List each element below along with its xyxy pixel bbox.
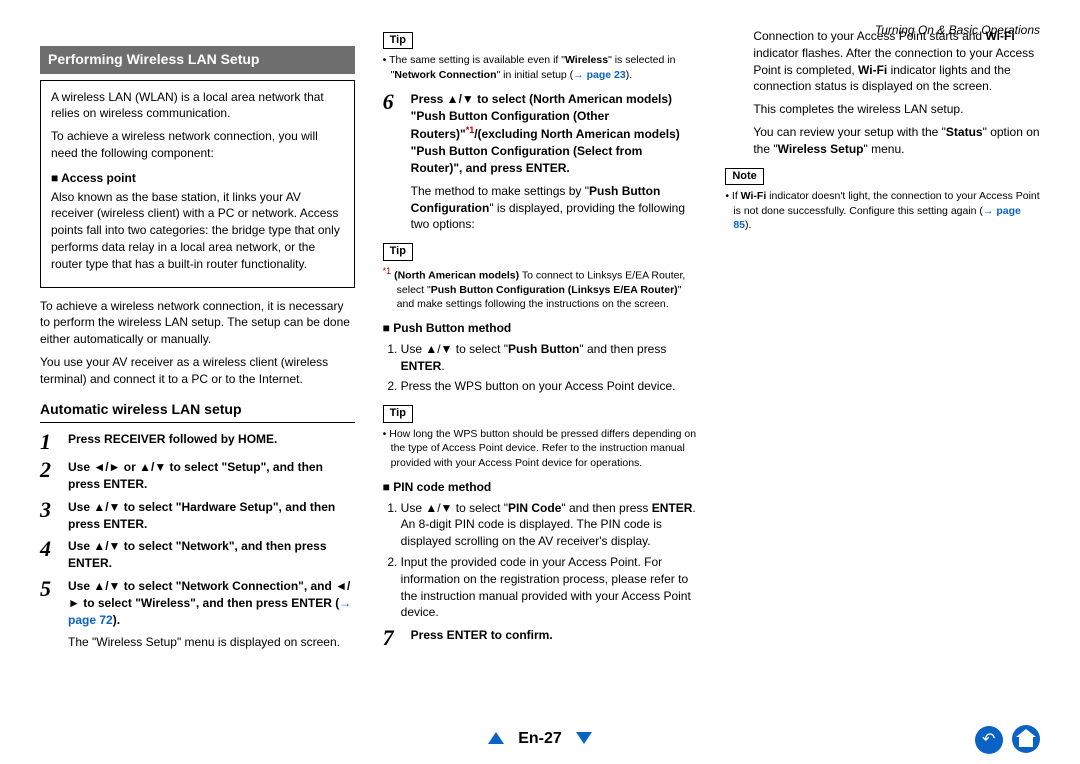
step-1: 1 Press RECEIVER followed by HOME. [40,431,355,453]
step-body: Use ▲/▼ to select "Network", and then pr… [68,538,355,572]
step-number: 7 [383,627,405,649]
paragraph-2: You use your AV receiver as a wireless c… [40,354,355,388]
step-body: Press RECEIVER followed by HOME. [68,431,355,448]
step-5: 5 Use ▲/▼ to select "Network Connection"… [40,578,355,628]
step-body: Press ▲/▼ to select (North American mode… [411,91,698,177]
step-2: 2 Use ◄/► or ▲/▼ to select "Setup", and … [40,459,355,493]
push-button-heading: Push Button method [383,320,698,337]
step-7: 7 Press ENTER to confirm. [383,627,698,649]
footnote-list: *1 (North American models) To connect to… [383,265,698,313]
step-body: Use ◄/► or ▲/▼ to select "Setup", and th… [68,459,355,493]
page-footer: En-27 [0,728,1080,750]
list-item: Use ▲/▼ to select "Push Button" and then… [401,341,698,375]
step-number: 6 [383,91,405,113]
pin-code-heading: PIN code method [383,479,698,496]
nav-icons: ↶ [969,725,1040,754]
tip-label: Tip [383,243,413,260]
step-3: 3 Use ▲/▼ to select "Hardware Setup", an… [40,499,355,533]
intro-text-2: To achieve a wireless network connection… [51,128,344,162]
next-page-icon[interactable] [576,732,592,744]
step-7-extra-3: You can review your setup with the "Stat… [753,124,1040,158]
step-body: Press ENTER to confirm. [411,627,698,644]
step-6: 6 Press ▲/▼ to select (North American mo… [383,91,698,177]
tip-list: How long the WPS button should be presse… [383,427,698,471]
note-label: Note [725,168,763,185]
step-number: 1 [40,431,62,453]
step-5-text: Use ▲/▼ to select "Network Connection", … [68,579,350,610]
tip-item: The same setting is available even if "W… [383,53,698,82]
list-item: Press the WPS button on your Access Poin… [401,378,698,395]
step-body: Use ▲/▼ to select "Hardware Setup", and … [68,499,355,533]
step-number: 5 [40,578,62,600]
access-point-heading: Access point [51,170,344,187]
tip-label: Tip [383,405,413,422]
paragraph-1: To achieve a wireless network connection… [40,298,355,348]
step-5-tail: ). [113,613,120,627]
step-6-extra: The method to make settings by "Push But… [411,183,698,233]
list-item: Use ▲/▼ to select "PIN Code" and then pr… [401,500,698,550]
home-icon[interactable] [1012,725,1040,753]
prev-page-icon[interactable] [488,732,504,744]
note-item: If Wi-Fi indicator doesn't light, the co… [725,189,1040,233]
footnote-ref: *1 [466,125,475,135]
push-button-steps: Use ▲/▼ to select "Push Button" and then… [383,341,698,395]
page-number: En-27 [518,730,562,747]
intro-text-1: A wireless LAN (WLAN) is a local area ne… [51,89,344,123]
tip-list: The same setting is available even if "W… [383,53,698,82]
note-list: If Wi-Fi indicator doesn't light, the co… [725,189,1040,233]
step-number: 3 [40,499,62,521]
step-body: Use ▲/▼ to select "Network Connection", … [68,578,355,628]
step-5-extra: The "Wireless Setup" menu is displayed o… [68,634,355,651]
section-title: Performing Wireless LAN Setup [40,46,355,74]
step-number: 4 [40,538,62,560]
step-4: 4 Use ▲/▼ to select "Network", and then … [40,538,355,572]
tip-item: How long the WPS button should be presse… [383,427,698,471]
footnote-item: *1 (North American models) To connect to… [383,265,698,313]
page-link-23[interactable]: page 23 [573,69,626,81]
step-number: 2 [40,459,62,481]
tip-label: Tip [383,32,413,49]
step-7-extra-2: This completes the wireless LAN setup. [753,101,1040,118]
access-point-body: Also known as the base station, it links… [51,189,344,273]
intro-box: A wireless LAN (WLAN) is a local area ne… [40,80,355,288]
breadcrumb: Turning On & Basic Operations [875,22,1040,39]
list-item: Input the provided code in your Access P… [401,554,698,621]
back-icon[interactable]: ↶ [975,726,1003,754]
subsection-heading: Automatic wireless LAN setup [40,400,355,424]
pin-code-steps: Use ▲/▼ to select "PIN Code" and then pr… [383,500,698,622]
